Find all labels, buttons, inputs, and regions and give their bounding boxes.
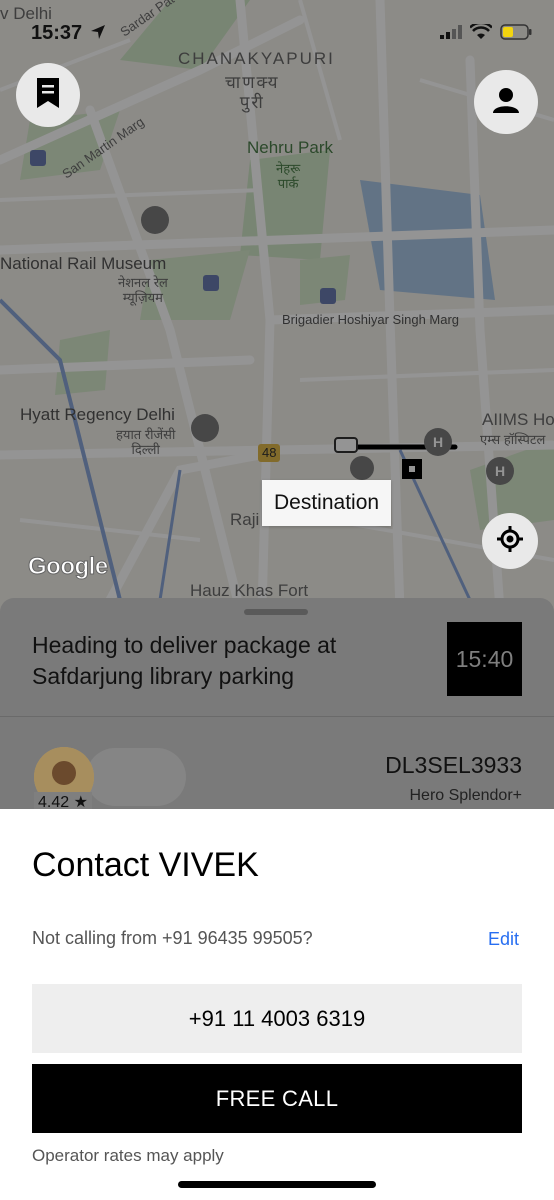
google-logo: Google [28, 553, 109, 581]
caller-number-prompt: Not calling from +91 96435 99505? [32, 928, 313, 948]
destination-marker-label: Destination [262, 480, 392, 526]
home-indicator[interactable] [178, 1181, 376, 1188]
edit-number-link[interactable]: Edit [488, 929, 519, 950]
license-plate: DL3SEL3933 [385, 752, 522, 778]
eta-badge: 15:40 [447, 622, 522, 696]
crosshair-icon [496, 525, 524, 558]
cellular-signal-icon [440, 25, 462, 44]
vehicle-image [86, 748, 186, 806]
call-phone-number-button[interactable]: +91 11 4003 6319 [32, 984, 522, 1053]
battery-icon [500, 24, 532, 45]
profile-button[interactable] [474, 70, 538, 134]
receipt-button[interactable] [16, 63, 80, 127]
sheet-title: Contact VIVEK [32, 846, 259, 884]
operator-rates-note: Operator rates may apply [32, 1146, 224, 1165]
trip-status-heading: Heading to deliver package at Safdarjung… [32, 632, 337, 689]
card-divider [0, 716, 554, 717]
status-bar-indicators [440, 21, 532, 45]
person-icon [491, 85, 521, 120]
free-call-button[interactable]: FREE CALL [32, 1064, 522, 1133]
wifi-icon [469, 21, 493, 45]
location-arrow-icon [89, 23, 107, 46]
status-bar-time: 15:37 [31, 22, 83, 44]
vehicle-model: Hero Splendor+ [409, 787, 522, 804]
receipt-icon [35, 76, 61, 115]
recenter-location-button[interactable] [482, 513, 538, 569]
drag-handle[interactable] [244, 609, 308, 615]
